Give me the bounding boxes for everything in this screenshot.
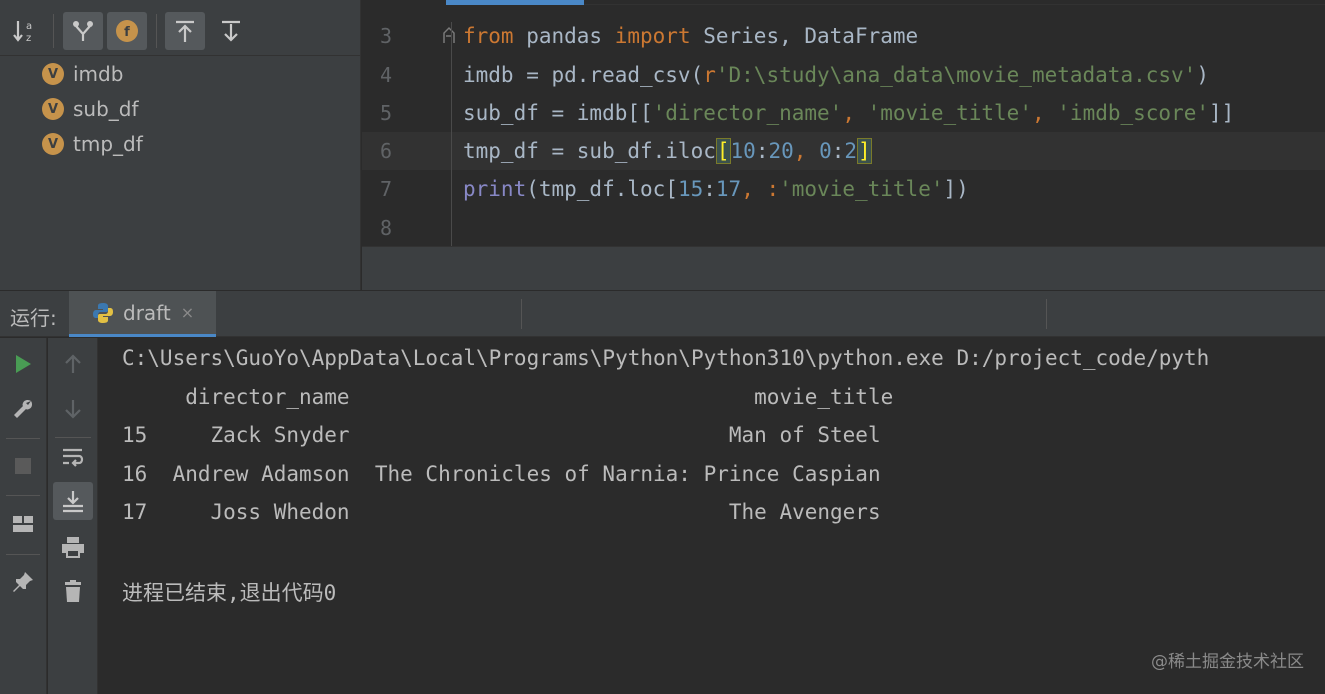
- arrow-up-icon: [65, 354, 81, 373]
- editor-bottom-area: [362, 246, 1325, 290]
- rerun-button[interactable]: [3, 345, 43, 383]
- variable-icon: V: [42, 133, 64, 155]
- structure-item-sub-df[interactable]: V sub_df: [42, 94, 139, 124]
- line-number: 8: [379, 216, 392, 240]
- edit-configuration-button[interactable]: [3, 390, 43, 428]
- console-output[interactable]: C:\Users\GuoYo\AppData\Local\Programs\Py…: [99, 338, 1325, 694]
- toolbar-separator: [156, 14, 157, 48]
- console-line-command: C:\Users\GuoYo\AppData\Local\Programs\Py…: [122, 346, 1210, 370]
- pin-tab-button[interactable]: [3, 563, 43, 601]
- svg-text:f: f: [124, 25, 130, 40]
- line-number: 6: [379, 139, 392, 163]
- console-line-row: 16 Andrew Adamson The Chronicles of Narn…: [122, 462, 881, 486]
- structure-item-label: tmp_df: [73, 132, 143, 156]
- code-text: sub_df = imdb[['director_name', 'movie_t…: [463, 101, 1235, 125]
- scroll-to-end-icon: [63, 491, 83, 513]
- scroll-to-end-button[interactable]: [53, 482, 93, 520]
- run-tab-draft[interactable]: draft ×: [69, 291, 216, 337]
- variable-icon: V: [42, 98, 64, 120]
- console-line-row: 15 Zack Snyder Man of Steel: [122, 423, 881, 447]
- expand-all-icon: [176, 20, 194, 42]
- code-line-4[interactable]: 4 imdb = pd.read_csv(r'D:\study\ana_data…: [362, 56, 1325, 94]
- console-line-row: 17 Joss Whedon The Avengers: [122, 500, 881, 524]
- svg-text:z: z: [26, 33, 31, 44]
- soft-wrap-button[interactable]: [53, 438, 93, 476]
- trash-icon: [65, 580, 81, 602]
- arrow-down-icon: [65, 400, 81, 419]
- bracket-match: [: [715, 138, 731, 164]
- line-number: 5: [379, 101, 392, 125]
- structure-item-label: imdb: [73, 62, 124, 86]
- sort-alpha-icon: a z: [13, 21, 32, 44]
- variable-icon: V: [42, 63, 64, 85]
- expand-all-button[interactable]: [165, 12, 205, 50]
- restore-layout-button[interactable]: [3, 505, 43, 543]
- group-icon: [73, 21, 93, 41]
- run-tool-window-header: 运行: draft ×: [0, 291, 1325, 337]
- code-text: print(tmp_df.loc[15:17, :'movie_title']): [463, 177, 969, 201]
- scroll-up-button[interactable]: [53, 345, 93, 383]
- group-button[interactable]: [63, 12, 103, 50]
- scroll-down-button[interactable]: [53, 390, 93, 428]
- show-fields-button[interactable]: f: [107, 12, 147, 50]
- code-editor[interactable]: 3 from pandas import Series, DataFrame 4…: [362, 0, 1325, 246]
- console-line-header: director_name movie_title: [122, 385, 894, 409]
- structure-item-label: sub_df: [73, 97, 139, 121]
- active-tab-indicator: [446, 0, 584, 5]
- code-text: tmp_df = sub_df.iloc[10:20, 0:2]: [463, 138, 872, 164]
- structure-item-imdb[interactable]: V imdb: [42, 59, 123, 89]
- structure-toolbar: a z f: [0, 0, 361, 56]
- toolbar-separator: [6, 554, 40, 555]
- soft-wrap-icon: [63, 448, 84, 467]
- tab-strip-line: [584, 4, 1325, 5]
- collapse-all-icon: [222, 20, 240, 42]
- watermark: @稀土掘金技术社区: [1151, 652, 1304, 672]
- line-number: 3: [379, 24, 392, 48]
- code-line-7[interactable]: 7 print(tmp_df.loc[15:17, :'movie_title'…: [362, 170, 1325, 208]
- run-secondary-toolbar: [48, 338, 98, 694]
- code-text: imdb = pd.read_csv(r'D:\study\ana_data\m…: [463, 63, 1209, 87]
- stop-icon: [15, 458, 31, 474]
- structure-item-tmp-df[interactable]: V tmp_df: [42, 129, 143, 159]
- fold-marker-icon: [443, 26, 455, 43]
- toolbar-separator: [6, 495, 40, 496]
- stop-button[interactable]: [3, 447, 43, 485]
- run-primary-toolbar: [0, 338, 47, 694]
- wrench-icon: [14, 399, 33, 418]
- toolbar-separator: [6, 438, 40, 439]
- sort-alphabetically-button[interactable]: a z: [5, 12, 45, 50]
- header-separator: [521, 299, 522, 329]
- python-icon: [93, 302, 113, 323]
- layout-icon: [13, 516, 33, 532]
- code-line-3[interactable]: 3 from pandas import Series, DataFrame: [362, 17, 1325, 55]
- code-line-5[interactable]: 5 sub_df = imdb[['director_name', 'movie…: [362, 94, 1325, 132]
- print-icon: [62, 537, 84, 558]
- print-button[interactable]: [53, 528, 93, 566]
- console-line-exit: 进程已结束,退出代码0: [122, 581, 337, 605]
- code-line-6[interactable]: 6 tmp_df = sub_df.iloc[10:20, 0:2]: [362, 132, 1325, 170]
- code-line-8[interactable]: 8: [362, 209, 1325, 247]
- line-number: 4: [379, 63, 392, 87]
- header-separator: [1046, 299, 1047, 329]
- pin-icon: [13, 572, 33, 592]
- close-icon[interactable]: ×: [181, 303, 194, 322]
- line-number: 7: [379, 177, 392, 201]
- run-icon: [16, 355, 31, 373]
- structure-panel: a z f V imdb V sub_df V tmp_df: [0, 0, 361, 290]
- toolbar-separator: [53, 14, 54, 48]
- run-tab-label: draft: [123, 300, 171, 325]
- svg-text:a: a: [26, 21, 32, 32]
- run-label: 运行:: [10, 306, 57, 330]
- code-text: from pandas import Series, DataFrame: [463, 24, 919, 48]
- gutter-separator: [451, 22, 452, 246]
- collapse-all-button[interactable]: [211, 12, 251, 50]
- bracket-match: ]: [857, 138, 872, 164]
- clear-all-button[interactable]: [53, 572, 93, 610]
- show-fields-icon: f: [116, 20, 138, 42]
